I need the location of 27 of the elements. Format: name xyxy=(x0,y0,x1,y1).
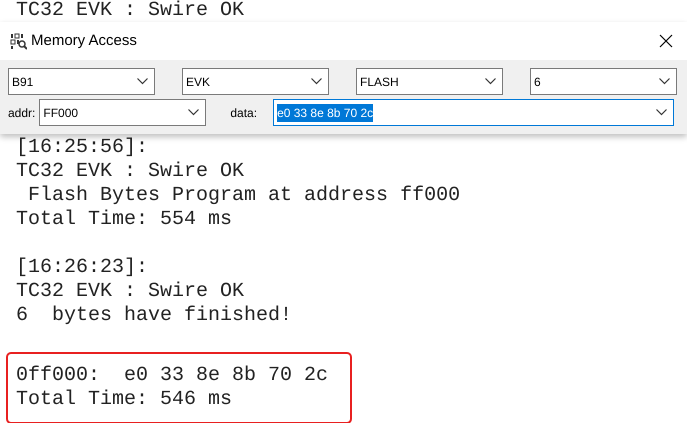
log-line: TC32 EVK : Swire OK xyxy=(15,0,244,22)
window-title: Memory Access xyxy=(31,30,137,51)
dropdown[interactable]: FF000 xyxy=(39,99,206,126)
caret-icon xyxy=(311,78,322,85)
log-line: [16:26:23]: xyxy=(16,256,148,280)
log-line: [16:25:56]: xyxy=(16,136,148,160)
memory-access-icon xyxy=(10,32,27,50)
log-line: Flash Bytes Program at address ff000 xyxy=(27,184,460,208)
caret-icon xyxy=(656,109,668,116)
field-label: data: xyxy=(230,104,258,122)
dropdown[interactable]: EVK xyxy=(182,68,329,95)
dropdown[interactable]: 6 xyxy=(530,68,677,95)
log-line: Total Time: 554 ms xyxy=(16,208,232,232)
field-label: addr: xyxy=(8,104,36,122)
log-line: 6 bytes have finished! xyxy=(16,304,292,328)
caret-icon xyxy=(137,78,148,85)
dropdown[interactable]: FLASH xyxy=(356,68,503,95)
log-line: TC32 EVK : Swire OK xyxy=(16,160,244,184)
close-icon[interactable] xyxy=(659,34,673,48)
log-line: Total Time: 546 ms xyxy=(16,388,232,412)
dropdown[interactable]: e0 33 8e 8b 70 2c xyxy=(273,99,674,126)
log-line: TC32 EVK : Swire OK xyxy=(16,280,244,304)
caret-icon xyxy=(188,109,200,116)
caret-icon xyxy=(659,78,670,85)
log-line: 0ff000: e0 33 8e 8b 70 2c xyxy=(16,364,328,388)
dropdown[interactable]: B91 xyxy=(8,68,155,95)
caret-icon xyxy=(485,78,496,85)
